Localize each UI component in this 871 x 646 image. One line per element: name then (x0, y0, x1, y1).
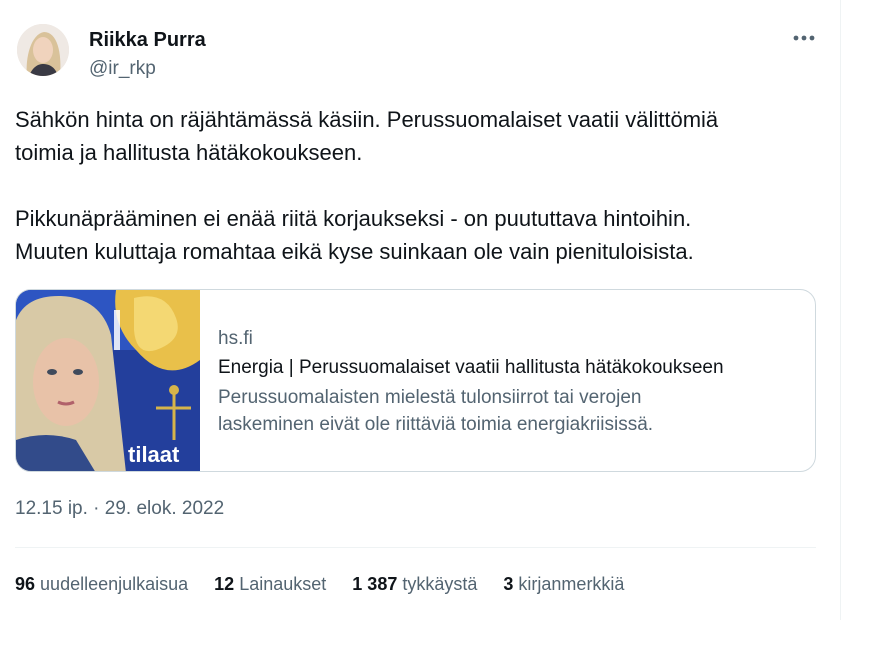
tweet-detail-page: Riikka Purra @ir_rkp Sähkön hinta on räj… (0, 0, 871, 646)
stat-label: Lainaukset (239, 574, 327, 594)
link-preview-card[interactable]: tilaat hs.fi Energia | Perussuomalaiset … (15, 289, 816, 472)
stat-label: uudelleenjulkaisua (40, 574, 189, 594)
link-thumbnail: tilaat (16, 290, 200, 471)
thumbnail-caption: tilaat (128, 442, 180, 467)
reposts-stat[interactable]: 96 uudelleenjulkaisua (15, 574, 188, 595)
link-domain: hs.fi (218, 328, 253, 349)
author-display-name[interactable]: Riikka Purra (89, 29, 206, 52)
stat-count: 12 (214, 574, 235, 594)
quotes-stat[interactable]: 12 Lainaukset (214, 574, 326, 595)
more-horizontal-icon (793, 35, 815, 41)
avatar-image (17, 24, 69, 76)
tweet-paragraph: Pikkunäprääminen ei enää riitä korjaukse… (15, 206, 694, 264)
link-title: Energia | Perussuomalaiset vaatii hallit… (218, 357, 724, 378)
likes-stat[interactable]: 1 387 tykkäystä (352, 574, 477, 595)
link-card-text: hs.fi Energia | Perussuomalaiset vaatii … (218, 326, 808, 438)
stat-label: kirjanmerkkiä (518, 574, 625, 594)
tweet-text: Sähkön hinta on räjähtämässä käsiin. Per… (15, 103, 825, 268)
tweet-timestamp[interactable]: 12.15 ip. · 29. elok. 2022 (15, 498, 224, 520)
stat-count: 96 (15, 574, 36, 594)
link-description: Perussuomalaisten mielestä tulonsiirrot … (218, 387, 654, 435)
author-handle[interactable]: @ir_rkp (89, 58, 156, 80)
engagement-stats: 96 uudelleenjulkaisua 12 Lainaukset 1 38… (15, 574, 624, 595)
tweet-paragraph: Sähkön hinta on räjähtämässä käsiin. Per… (15, 107, 719, 165)
avatar[interactable] (17, 24, 69, 76)
stat-label: tykkäystä (402, 574, 478, 594)
more-options-button[interactable] (786, 24, 822, 52)
stat-count: 3 (503, 574, 514, 594)
divider (15, 547, 816, 548)
bookmarks-stat[interactable]: 3 kirjanmerkkiä (503, 574, 624, 595)
stat-count: 1 387 (352, 574, 398, 594)
column-divider (840, 0, 841, 620)
